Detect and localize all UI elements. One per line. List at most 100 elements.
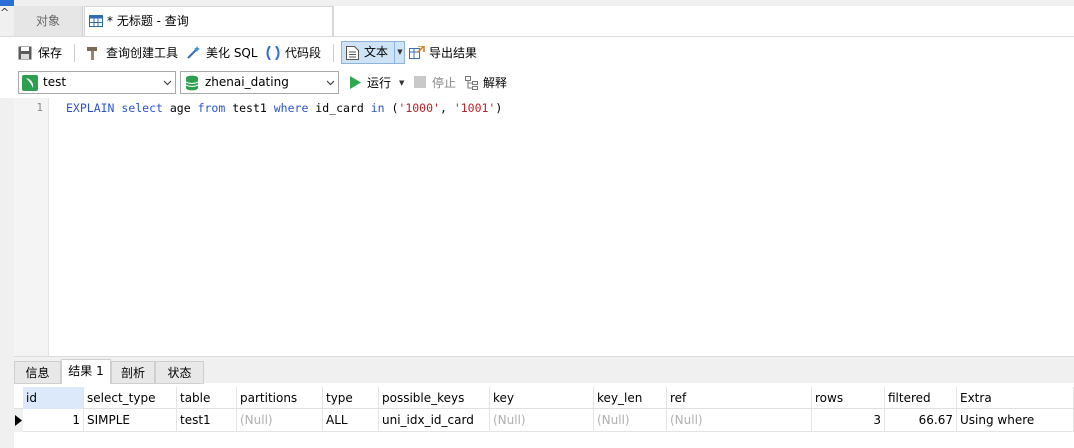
beautify-sql-label: 美化 SQL [206,46,258,60]
run-button[interactable]: 运行 ▼ [349,73,409,93]
database-select[interactable]: zhenai_dating [180,71,339,94]
current-row-arrow-icon [15,415,22,426]
sql-keyword: where [273,101,309,115]
sql-editor[interactable]: 1 EXPLAIN select age from test1 where id… [14,98,1074,356]
sql-text: ) [495,101,503,115]
sql-text: id_card [308,101,371,115]
sql-string-literal: '1000' [398,101,440,115]
hammer-icon [87,47,97,60]
line-number-gutter: 1 [14,98,49,356]
sql-string-literal: '1001' [453,101,496,115]
column-header-type[interactable]: type [323,387,379,409]
query-builder-button[interactable]: 查询创建工具 [86,43,178,63]
collapse-caret-icon[interactable]: ^ [0,6,9,19]
document-icon [346,46,359,60]
sql-text: test1 [225,101,274,115]
run-label: 运行 [367,76,392,90]
sql-text: age [162,101,198,115]
connection-icon [22,75,38,91]
save-icon [18,46,32,60]
column-header-extra[interactable]: Extra [957,387,1074,409]
save-button[interactable]: 保存 [18,43,66,63]
sql-keyword: from [197,101,226,115]
row-indicator[interactable] [14,409,23,432]
tab-query-label: * 无标题 - 查询 [107,14,189,28]
cell-possible-keys[interactable]: uni_idx_id_card [379,409,490,432]
column-header-id[interactable]: id [23,387,84,409]
cell-filtered[interactable]: 66.67 [885,409,957,432]
column-header-possible-keys[interactable]: possible_keys [379,387,490,409]
toolbar-divider [74,44,75,62]
database-icon [185,75,199,91]
text-mode-dropdown-icon[interactable]: ▼ [394,42,405,63]
cell-ref[interactable]: (Null) [667,409,812,432]
cell-partitions[interactable]: (Null) [237,409,323,432]
line-number: 1 [36,101,43,114]
sql-text: , [439,101,454,115]
column-header-rows[interactable]: rows [812,387,885,409]
column-header-partitions[interactable]: partitions [237,387,323,409]
cell-rows[interactable]: 3 [812,409,885,432]
database-value: zhenai_dating [205,75,289,89]
cell-extra[interactable]: Using where [957,409,1074,432]
save-label: 保存 [38,46,63,60]
sql-keyword: EXPLAIN [66,101,115,115]
beautify-sql-button[interactable]: 美化 SQL [186,43,260,63]
export-results-button[interactable]: 导出结果 [409,43,481,63]
text-mode-button[interactable]: 文本 ▼ [341,41,405,64]
explain-label: 解释 [483,76,508,90]
connection-value: test [43,75,67,89]
left-margin-strip [0,98,14,448]
cell-id[interactable]: 1 [23,409,84,432]
cell-key[interactable]: (Null) [490,409,594,432]
stop-label: 停止 [432,76,457,90]
column-header-ref[interactable]: ref [667,387,812,409]
explain-button[interactable]: 解释 [465,73,513,93]
play-icon [350,76,361,89]
toolbar-divider [333,44,334,62]
tab-profile[interactable]: 剖析 [111,361,155,384]
sql-code-line[interactable]: EXPLAIN select age from test1 where id_c… [66,101,502,115]
stop-button[interactable]: 停止 [414,73,458,93]
connection-select[interactable]: test [18,71,176,94]
grid-header-row: id select_type table partitions type pos… [14,387,1074,409]
sql-keyword: in [370,101,385,115]
tab-query[interactable]: * 无标题 - 查询 [84,6,333,36]
export-grid-icon [409,46,425,59]
run-dropdown-icon[interactable]: ▼ [399,73,404,93]
query-builder-label: 查询创建工具 [106,46,179,60]
query-table-icon [89,15,103,27]
column-header-key[interactable]: key [490,387,594,409]
cell-key-len[interactable]: (Null) [594,409,667,432]
chevron-down-icon [326,80,335,86]
magic-wand-icon [187,46,200,59]
tab-result-1[interactable]: 结果 1 [61,359,111,384]
parentheses-icon [266,46,280,60]
export-results-label: 导出结果 [429,46,478,60]
result-tab-bar: 信息 结果 1 剖析 状态 [14,356,1074,384]
column-header-key-len[interactable]: key_len [594,387,667,409]
column-header-table[interactable]: table [177,387,237,409]
document-tab-bar: ^ 对象 * 无标题 - 查询 [0,0,1074,36]
cell-table[interactable]: test1 [177,409,237,432]
tab-objects[interactable]: 对象 [14,6,83,36]
result-grid: id select_type table partitions type pos… [14,387,1074,448]
tab-status[interactable]: 状态 [155,361,204,384]
column-header-filtered[interactable]: filtered [885,387,957,409]
stop-icon [414,76,426,88]
code-snippet-label: 代码段 [285,46,322,60]
tab-bar-empty-area [333,6,1074,36]
text-mode-label: 文本 [364,45,389,59]
sql-keyword: select [121,101,163,115]
table-row[interactable]: 1 SIMPLE test1 (Null) ALL uni_idx_id_car… [14,409,1074,432]
cell-type[interactable]: ALL [323,409,379,432]
query-toolbar: 保存 查询创建工具 美化 SQL 代码段 文本 ▼ 导出结果 [0,36,1074,68]
tab-info[interactable]: 信息 [14,361,61,384]
cell-select-type[interactable]: SIMPLE [84,409,177,432]
chevron-down-icon [163,80,172,86]
explain-tree-icon [465,76,478,90]
sql-text: ( [384,101,399,115]
run-toolbar: test zhenai_dating 运行 ▼ 停止 解释 [0,68,1074,98]
code-snippet-button[interactable]: 代码段 [265,43,325,63]
column-header-select-type[interactable]: select_type [84,387,177,409]
